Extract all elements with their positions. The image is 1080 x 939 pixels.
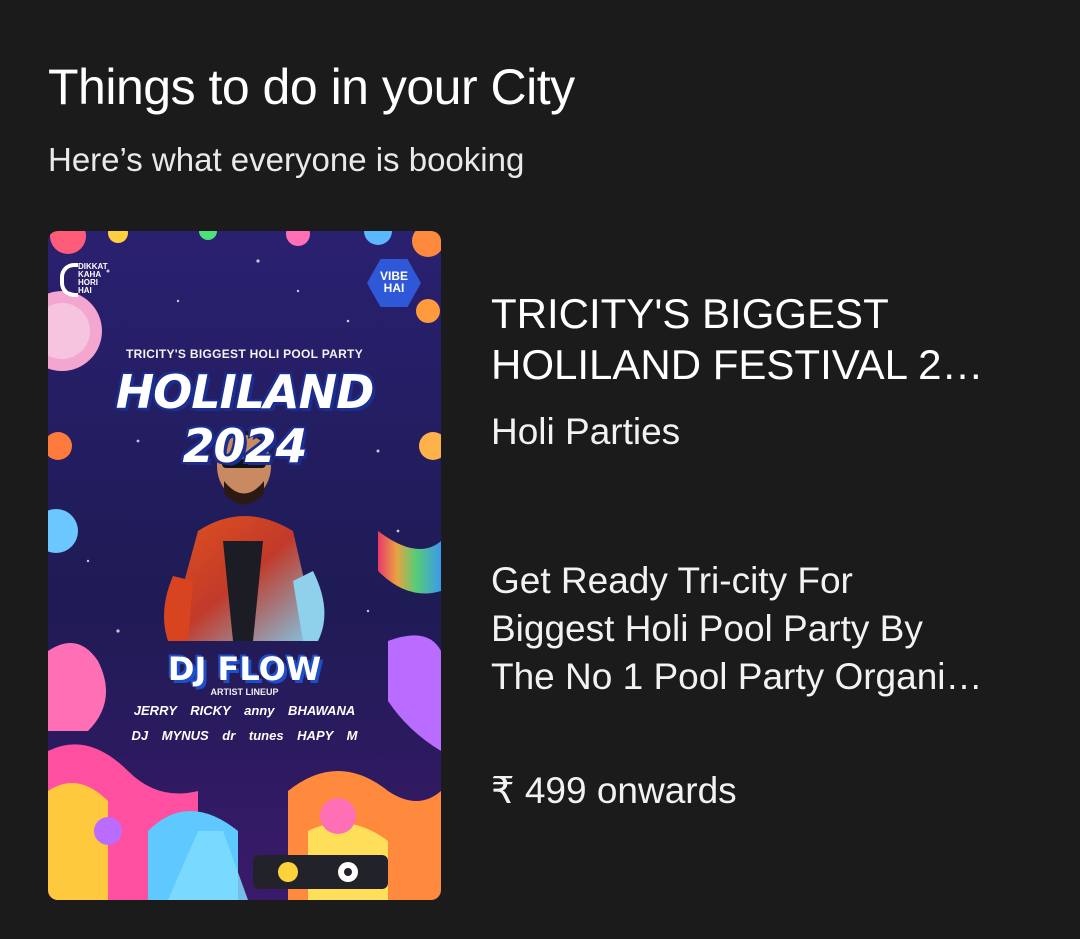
event-price: ₹ 499 onwards	[491, 770, 737, 811]
event-description-line: Biggest Holi Pool Party By	[491, 608, 923, 649]
poster-headline: HOLILAND 2024	[115, 365, 375, 473]
event-description-line: Get Ready Tri-city For	[491, 560, 853, 601]
event-title-line: HOLILAND FESTIVAL 2…	[491, 341, 984, 388]
poster-brand-logo: DIKKAT KAHA HORI HAI	[60, 263, 108, 297]
event-description-line: The No 1 Pool Party Organi…	[491, 656, 983, 697]
section-subtitle: Here’s what everyone is booking	[48, 141, 525, 178]
poster-headliner: DJ FLOW	[167, 650, 322, 688]
poster-artists-row: JERRY RICKY anny BHAWANA	[133, 703, 356, 718]
event-card[interactable]: DIKKAT KAHA HORI HAI VIBE HAI TRICITY'S …	[48, 231, 1048, 901]
event-category: Holi Parties	[491, 411, 681, 452]
event-description: Get Ready Tri-city For Biggest Holi Pool…	[491, 557, 1051, 701]
poster-artwork	[48, 231, 441, 900]
poster-artists-row: DJ MYNUS dr tunes HAPY M	[131, 728, 358, 743]
poster-lineup-label: ARTIST LINEUP	[210, 687, 279, 697]
poster-tagline: TRICITY'S BIGGEST HOLI POOL PARTY	[126, 347, 363, 361]
section-title: Things to do in your City	[48, 59, 575, 115]
event-title[interactable]: TRICITY'S BIGGEST HOLILAND FESTIVAL 2…	[491, 288, 1051, 390]
event-title-line: TRICITY'S BIGGEST	[491, 290, 889, 337]
event-poster-image[interactable]: DIKKAT KAHA HORI HAI VIBE HAI TRICITY'S …	[48, 231, 441, 900]
